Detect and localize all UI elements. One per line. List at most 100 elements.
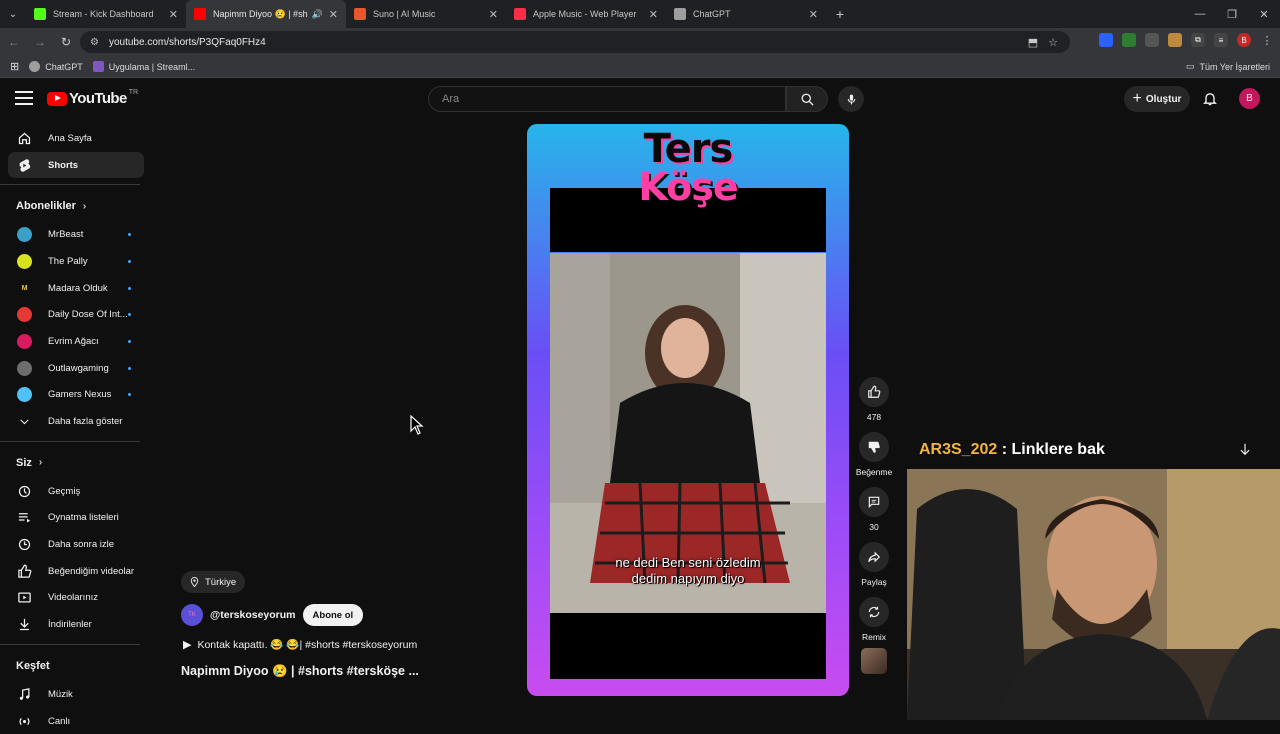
menu-icon[interactable]	[15, 91, 33, 105]
sidebar-item-history[interactable]: Geçmiş	[0, 478, 152, 505]
sidebar-subscription-item[interactable]: The Pally	[0, 248, 152, 275]
reload-button[interactable]: ↻	[54, 30, 78, 54]
voice-search-button[interactable]	[838, 86, 864, 112]
forward-button[interactable]: →	[28, 30, 52, 54]
chat-message: : Linklere bak	[997, 441, 1105, 458]
close-tab-icon[interactable]: ✕	[169, 8, 178, 21]
play-icon: ▶	[183, 639, 192, 651]
audio-row[interactable]: ▶ Kontak kapattı. 😂 😂| #shorts #terskose…	[183, 638, 417, 651]
show-more-button[interactable]: Daha fazla göster	[0, 408, 152, 435]
location-chip[interactable]: Türkiye	[181, 571, 246, 593]
site-info-icon[interactable]: ⚙	[90, 37, 99, 48]
channel-row: TK @terskoseyorum Abone ol	[181, 604, 364, 626]
address-bar[interactable]: ⚙ youtube.com/shorts/P3QFaq0FHz4 ⬒ ☆	[80, 31, 1070, 53]
like-button[interactable]: 478	[856, 377, 892, 422]
next-video-button[interactable]	[1233, 437, 1257, 461]
liked-icon	[17, 564, 32, 579]
sidebar-item-shorts[interactable]: Shorts	[8, 151, 144, 179]
comments-button[interactable]: 30	[856, 487, 892, 532]
sidebar-subscription-item[interactable]: Gamers Nexus	[0, 382, 152, 409]
comment-icon	[859, 487, 889, 517]
close-tab-icon[interactable]: ✕	[489, 8, 498, 21]
browser-menu-icon[interactable]: ⋮	[1260, 33, 1274, 47]
back-button[interactable]: ←	[2, 30, 26, 54]
apps-grid-icon[interactable]: ⊞	[10, 60, 19, 73]
playlists-icon	[17, 510, 32, 525]
browser-tab[interactable]: Stream - Kick Dashboard ✕	[26, 0, 186, 28]
sidebar-item-music[interactable]: Müzik	[0, 681, 152, 708]
profile-avatar[interactable]: B	[1237, 33, 1251, 47]
close-tab-icon[interactable]: ✕	[649, 8, 658, 21]
plus-icon: +	[1132, 90, 1142, 107]
dislike-button[interactable]: Beğenme	[856, 432, 892, 477]
shorts-player[interactable]: Ters Köşe ne dedi Ben seni özledim dedim…	[527, 124, 849, 696]
channel-avatar[interactable]: TK	[181, 604, 203, 626]
video-frame[interactable]: ne dedi Ben seni özledim dedim napıyım d…	[550, 253, 826, 613]
sidebar-subscription-item[interactable]: M Madara Olduk	[0, 275, 152, 302]
sidebar-item-liked[interactable]: Beğendiğim videolar	[0, 558, 152, 585]
bookmark-label: Uygulama | Streaml...	[108, 61, 196, 72]
create-button[interactable]: + Oluştur	[1124, 86, 1190, 112]
tab-title: Stream - Kick Dashboard	[53, 9, 154, 19]
youtube-logo[interactable]: YouTube TR	[47, 89, 138, 107]
sound-thumbnail[interactable]	[861, 648, 887, 674]
bookmark-chatgpt[interactable]: ChatGPT	[29, 61, 83, 72]
browser-tab[interactable]: ChatGPT ✕	[666, 0, 826, 28]
media-control-icon[interactable]: ≡	[1214, 33, 1228, 47]
sidebar-item-home[interactable]: Ana Sayfa	[0, 125, 152, 152]
close-tab-icon[interactable]: ✕	[329, 8, 338, 21]
sidebar-item-label: Ana Sayfa	[48, 132, 92, 144]
url-text: youtube.com/shorts/P3QFaq0FHz4	[108, 36, 266, 48]
minimize-icon[interactable]: —	[1184, 0, 1216, 28]
search-button[interactable]	[786, 86, 828, 112]
sidebar-item-watch-later[interactable]: Daha sonra izle	[0, 531, 152, 558]
extension-icon[interactable]	[1122, 33, 1136, 47]
browser-tab[interactable]: Suno | AI Music ✕	[346, 0, 506, 28]
subscribe-button[interactable]: Abone ol	[302, 604, 364, 626]
browser-tab[interactable]: Napimm Diyoo 😢 | #shorts 🔊 ✕	[186, 0, 346, 28]
audio-playing-icon[interactable]: 🔊	[312, 9, 323, 20]
all-bookmarks[interactable]: ▭ Tüm Yer İşaretleri	[1186, 61, 1270, 72]
new-tab-button[interactable]: +	[826, 6, 854, 22]
install-icon[interactable]: ⬒	[1028, 36, 1038, 49]
account-avatar[interactable]: B	[1239, 88, 1260, 109]
tab-search-icon[interactable]: ⌄	[0, 0, 26, 28]
all-bookmarks-label: Tüm Yer İşaretleri	[1199, 61, 1270, 72]
sidebar: Ana Sayfa Shorts Abonelikler › MrBeast T…	[0, 125, 152, 734]
restore-icon[interactable]: ❐	[1216, 0, 1248, 28]
remix-label: Remix	[861, 632, 887, 642]
sidebar-subscription-item[interactable]: MrBeast	[0, 221, 152, 248]
channel-name[interactable]: @terskoseyorum	[210, 609, 296, 621]
sidebar-item-your-videos[interactable]: Videolarınız	[0, 585, 152, 612]
subscriptions-heading[interactable]: Abonelikler ›	[0, 191, 152, 221]
extension-icon[interactable]	[1168, 33, 1182, 47]
sidebar-item-live[interactable]: Canlı	[0, 708, 152, 734]
remix-button[interactable]: Remix	[856, 597, 892, 674]
bookmark-streamlabs[interactable]: Uygulama | Streaml...	[92, 61, 196, 72]
sidebar-item-label: Daily Dose Of Int...	[48, 309, 128, 321]
sidebar-item-playlists[interactable]: Oynatma listeleri	[0, 505, 152, 532]
sidebar-item-label: Gamers Nexus	[48, 389, 112, 401]
section-title: Abonelikler	[16, 200, 76, 213]
browser-tab[interactable]: Apple Music - Web Player ✕	[506, 0, 666, 28]
sidebar-subscription-item[interactable]: Outlawgaming	[0, 355, 152, 382]
bookmark-star-icon[interactable]: ☆	[1048, 36, 1058, 49]
close-window-icon[interactable]: ✕	[1248, 0, 1280, 28]
extension-icon[interactable]	[1099, 33, 1113, 47]
extensions-puzzle-icon[interactable]: ⧉	[1191, 33, 1205, 47]
extension-icon[interactable]	[1145, 33, 1159, 47]
you-heading[interactable]: Siz ›	[0, 448, 152, 478]
sidebar-item-label: Canlı	[48, 715, 71, 727]
chevron-down-icon	[17, 414, 32, 429]
search-input[interactable]: Ara	[428, 86, 786, 112]
sidebar-subscription-item[interactable]: Daily Dose Of Int...	[0, 301, 152, 328]
your-videos-icon	[17, 590, 32, 605]
video-title[interactable]: Napimm Diyoo 😢 | #shorts #tersköşe ...	[181, 664, 419, 679]
shorts-icon	[17, 158, 32, 173]
sidebar-item-downloads[interactable]: İndirilenler	[0, 611, 152, 638]
share-button[interactable]: Paylaş	[856, 542, 892, 587]
new-content-dot	[128, 233, 131, 237]
close-tab-icon[interactable]: ✕	[809, 8, 818, 21]
notifications-button[interactable]	[1202, 90, 1218, 112]
sidebar-subscription-item[interactable]: Evrim Ağacı	[0, 328, 152, 355]
